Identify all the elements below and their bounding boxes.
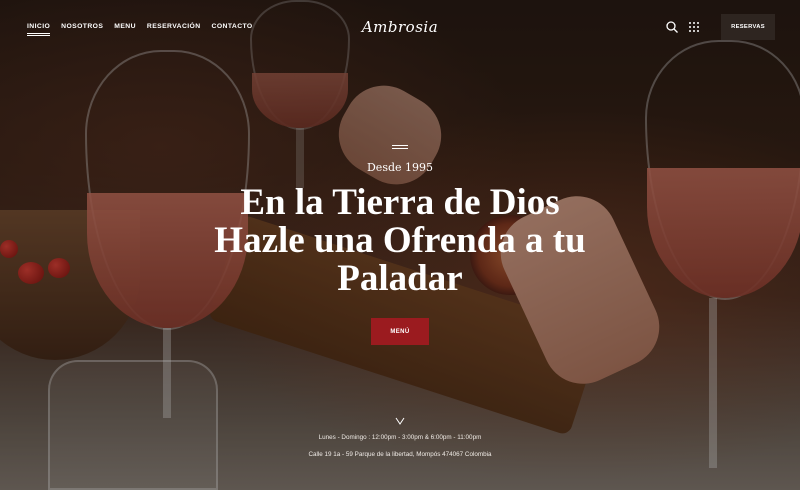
opening-hours: Lunes - Domingo : 12:00pm - 3:00pm & 6:0… [318, 434, 482, 441]
menu-button[interactable]: MENÚ [371, 318, 429, 345]
hero-kicker: Desde 1995 [366, 161, 434, 174]
chevron-down-icon[interactable] [395, 412, 405, 425]
search-icon[interactable] [666, 20, 678, 33]
grid-menu-icon[interactable] [689, 22, 699, 32]
title-divider [392, 145, 408, 149]
hero-headline: En la Tierra de Dios Hazle una Ofrenda a… [214, 182, 586, 299]
reservations-button[interactable]: RESERVAS [721, 14, 775, 40]
hero-section: INICIO NOSOTROS MENU RESERVACIÓN CONTACT… [0, 0, 800, 490]
site-logo[interactable]: Ambrosia [0, 18, 800, 36]
top-navigation: INICIO NOSOTROS MENU RESERVACIÓN CONTACT… [0, 0, 800, 56]
address: Calle 19 1a - 59 Parque de la libertad, … [308, 451, 492, 458]
